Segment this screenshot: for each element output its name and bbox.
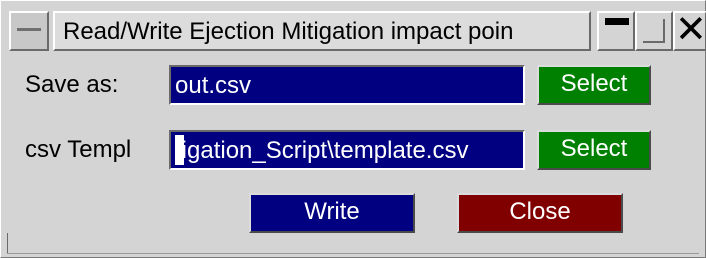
- maximize-icon: [643, 19, 665, 43]
- save-as-value: out.csv: [175, 72, 252, 99]
- title-bar: Read/Write Ejection Mitigation impact po…: [7, 7, 706, 55]
- close-icon: ✕: [675, 7, 706, 51]
- maximize-button[interactable]: [635, 11, 673, 51]
- csv-template-value: tigation_Script\template.csv: [175, 137, 469, 164]
- write-button[interactable]: Write: [249, 193, 415, 233]
- csv-template-label: csv Templ: [25, 136, 132, 163]
- csv-template-input[interactable]: tigation_Script\template.csv: [169, 130, 525, 170]
- save-as-label: Save as:: [25, 71, 119, 98]
- window-title: Read/Write Ejection Mitigation impact po…: [63, 18, 514, 45]
- save-as-input[interactable]: out.csv: [169, 65, 525, 105]
- resize-edge: [7, 233, 8, 253]
- system-menu-icon: [17, 28, 41, 31]
- minimize-icon: [605, 18, 629, 25]
- dialog-window: Read/Write Ejection Mitigation impact po…: [0, 0, 706, 258]
- close-window-button[interactable]: ✕: [673, 7, 706, 51]
- window-title-field[interactable]: Read/Write Ejection Mitigation impact po…: [53, 11, 591, 51]
- close-button[interactable]: Close: [457, 193, 623, 233]
- system-menu-button[interactable]: [9, 11, 49, 51]
- bottom-divider: [7, 253, 699, 254]
- minimize-button[interactable]: [597, 11, 635, 51]
- save-as-select-button[interactable]: Select: [537, 65, 651, 105]
- csv-template-select-button[interactable]: Select: [537, 130, 651, 170]
